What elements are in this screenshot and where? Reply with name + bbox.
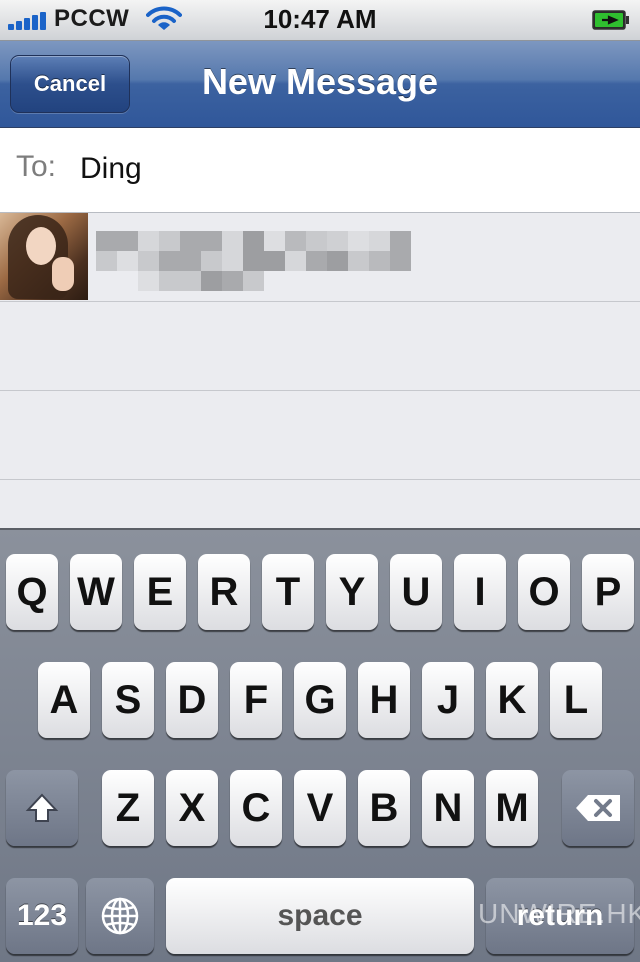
key-h[interactable]: H bbox=[358, 662, 410, 738]
key-j[interactable]: J bbox=[422, 662, 474, 738]
recipient-input[interactable]: Ding bbox=[80, 152, 142, 186]
key-i[interactable]: I bbox=[454, 554, 506, 630]
numbers-key[interactable]: 123 bbox=[6, 878, 78, 954]
globe-icon bbox=[101, 897, 139, 935]
key-p[interactable]: P bbox=[582, 554, 634, 630]
key-t[interactable]: T bbox=[262, 554, 314, 630]
battery-charging-icon bbox=[592, 10, 630, 30]
list-row-empty bbox=[0, 391, 640, 480]
key-m[interactable]: M bbox=[486, 770, 538, 846]
key-s[interactable]: S bbox=[102, 662, 154, 738]
backspace-icon bbox=[576, 795, 620, 821]
backspace-key[interactable] bbox=[562, 770, 634, 846]
key-k[interactable]: K bbox=[486, 662, 538, 738]
key-u[interactable]: U bbox=[390, 554, 442, 630]
space-key[interactable]: space bbox=[166, 878, 474, 954]
keyboard: 123 space return QWERTYUIOPASDFGHJKLZXCV… bbox=[0, 528, 640, 962]
globe-key[interactable] bbox=[86, 878, 154, 954]
key-r[interactable]: R bbox=[198, 554, 250, 630]
key-g[interactable]: G bbox=[294, 662, 346, 738]
shift-key[interactable] bbox=[6, 770, 78, 846]
key-c[interactable]: C bbox=[230, 770, 282, 846]
list-row-empty bbox=[0, 302, 640, 391]
status-bar: PCCW 10:47 AM bbox=[0, 0, 640, 41]
shift-arrow-icon bbox=[25, 793, 59, 822]
key-d[interactable]: D bbox=[166, 662, 218, 738]
contact-suggestion-row[interactable] bbox=[0, 213, 640, 302]
key-z[interactable]: Z bbox=[102, 770, 154, 846]
key-e[interactable]: E bbox=[134, 554, 186, 630]
key-q[interactable]: Q bbox=[6, 554, 58, 630]
key-o[interactable]: O bbox=[518, 554, 570, 630]
navigation-bar: Cancel New Message bbox=[0, 41, 640, 128]
status-time: 10:47 AM bbox=[263, 4, 377, 34]
key-v[interactable]: V bbox=[294, 770, 346, 846]
to-label: To: bbox=[16, 150, 57, 183]
key-x[interactable]: X bbox=[166, 770, 218, 846]
page-title: New Message bbox=[201, 61, 439, 102]
key-n[interactable]: N bbox=[422, 770, 474, 846]
watermark: UNWIRE.HK bbox=[478, 898, 640, 929]
pixelated-contact-name bbox=[96, 231, 426, 291]
key-l[interactable]: L bbox=[550, 662, 602, 738]
key-b[interactable]: B bbox=[358, 770, 410, 846]
key-f[interactable]: F bbox=[230, 662, 282, 738]
key-w[interactable]: W bbox=[70, 554, 122, 630]
contact-avatar bbox=[0, 213, 88, 300]
key-y[interactable]: Y bbox=[326, 554, 378, 630]
contact-suggestion-list bbox=[0, 213, 640, 568]
recipient-field[interactable]: To: Ding bbox=[0, 128, 640, 213]
key-a[interactable]: A bbox=[38, 662, 90, 738]
